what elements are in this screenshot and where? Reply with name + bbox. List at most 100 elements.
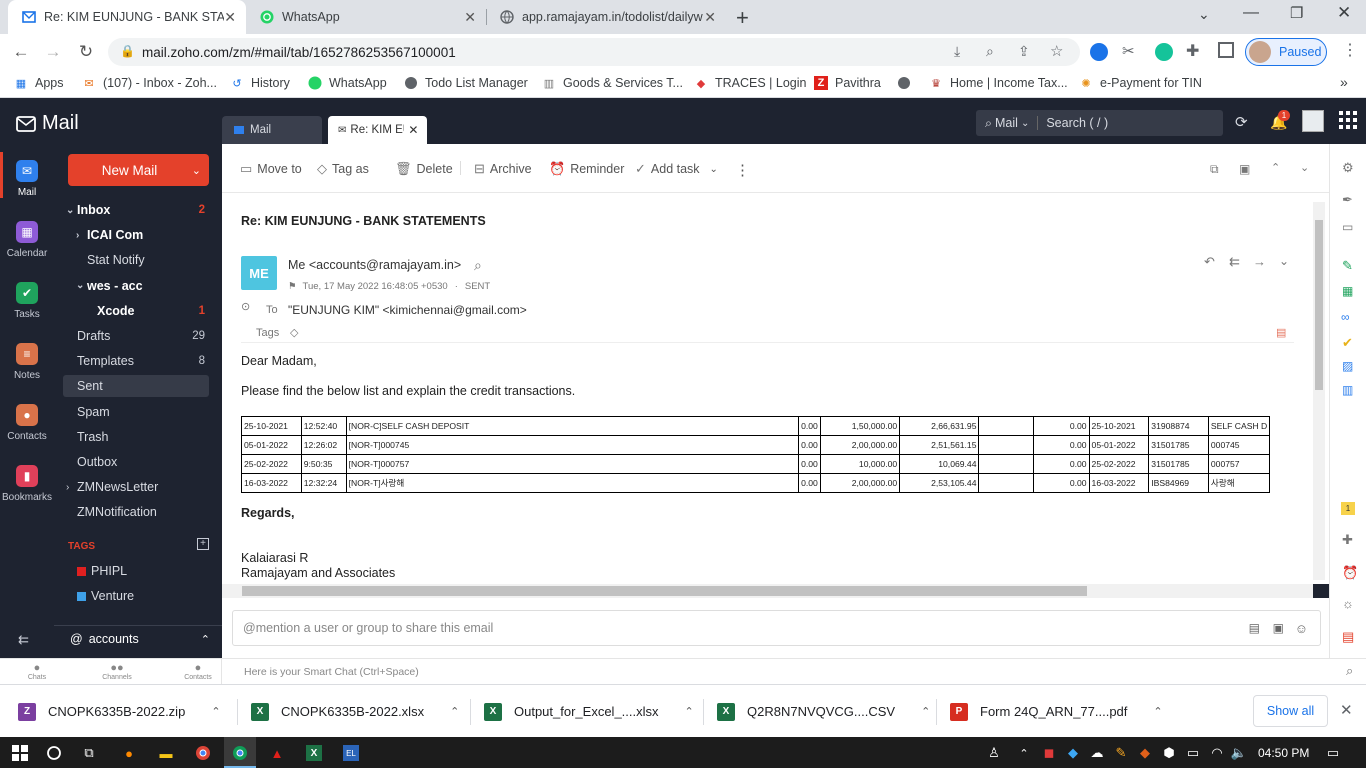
chrome-active-icon[interactable] [229,742,251,764]
install-icon[interactable]: ⤓ [954,43,960,60]
zoom-icon[interactable]: ⌕ [986,43,994,60]
chevron-down-icon[interactable]: ⌄ [66,205,74,216]
bookmark-item[interactable]: Z Pavithra [814,76,881,90]
volume-icon[interactable]: 🔈 [1228,742,1250,764]
tab-whatsapp[interactable]: WhatsApp ✕ [246,0,486,34]
chevron-right-icon[interactable]: › [66,482,69,493]
search-icon[interactable]: ⌕ [474,257,482,274]
firefox-icon[interactable]: ● [118,742,140,764]
rail-bookmarks[interactable]: ▮ Bookmarks [0,465,54,503]
folder-trash[interactable]: Trash [63,426,209,448]
notifications-icon[interactable]: ▭ [1322,742,1344,764]
rail-notes[interactable]: ≡ Notes [0,343,54,381]
tab-todolist[interactable]: app.ramajayam.in/todolist/dailyw ✕ [486,0,726,34]
archive-button[interactable]: ⊟ Archive [474,161,532,177]
chevron-down-icon[interactable]: ⌄ [192,164,201,177]
view-icon[interactable]: ▣ [1239,162,1250,176]
side-panel-icon[interactable] [1218,42,1234,58]
grammarly-icon[interactable] [1155,43,1173,61]
show-all-button[interactable]: Show all [1253,695,1328,727]
extensions-puzzle-icon[interactable]: ✚ [1186,41,1199,61]
read-icon[interactable]: ▤ [1276,326,1286,339]
back-icon[interactable]: ← [10,41,32,63]
reply-all-icon[interactable]: ⇇ [1229,254,1240,270]
sync-icon[interactable]: ⟳ [1235,113,1248,131]
chrome-icon[interactable] [192,742,214,764]
chart-icon[interactable]: ▨ [1342,359,1353,373]
download-item[interactable]: X Output_for_Excel_....xlsx ⌃ [484,685,694,738]
close-shelf-icon[interactable]: ✕ [1340,701,1353,719]
tray-icon[interactable]: ◼ [1038,742,1060,764]
apps-grid-icon[interactable] [1339,111,1357,129]
restore-icon[interactable]: ❐ [1290,4,1303,22]
chevron-up-icon[interactable]: ⌃ [921,705,930,718]
more-actions-icon[interactable]: ⋮ [735,161,750,179]
profile-button[interactable]: Paused [1245,38,1327,66]
avatar[interactable] [1302,110,1324,132]
clock-time[interactable]: 04:50 PM [1258,746,1309,760]
close-tab-icon[interactable]: ✕ [704,9,716,26]
app-icon[interactable]: EL [340,742,362,764]
link-icon[interactable]: ∞ [1341,310,1350,324]
share-icon[interactable]: ⇪ [1018,43,1030,60]
notes-badge[interactable]: 1 [1341,502,1355,515]
tray-icon[interactable]: ✎ [1110,742,1132,764]
chrome-menu-icon[interactable]: ⋮ [1342,40,1358,60]
folder-xcode[interactable]: Xcode 1 [63,300,209,322]
mention-input[interactable]: @mention a user or group to share this e… [232,610,1321,646]
horizontal-scrollbar[interactable] [222,584,1313,598]
tray-icon[interactable]: ⬢ [1158,742,1180,764]
next-email-icon[interactable]: ⌄ [1300,161,1309,174]
clipboard-icon[interactable]: ▣ [1273,621,1284,635]
folder-zmnewsletter[interactable]: › ZMNewsLetter [63,476,209,498]
bookmark-item[interactable]: ↺ History [230,76,290,90]
tab-search-icon[interactable]: ⌄ [1198,6,1210,23]
tag-as-button[interactable]: ◇ Tag as [317,161,369,177]
close-tab-icon[interactable]: ✕ [224,9,236,26]
calendar-icon[interactable]: ▭ [1342,220,1353,234]
bookmark-item[interactable]: ♛ Home | Income Tax... [929,76,1068,90]
emoji-icon[interactable]: ☺ [1295,621,1308,636]
tab-mail[interactable]: Mail [222,116,322,144]
chat-icon[interactable]: ▤ [1342,629,1354,645]
forward-icon[interactable]: → [42,41,64,63]
window-close-icon[interactable]: ✕ [1337,3,1351,23]
windows-start-icon[interactable] [9,742,31,764]
popout-icon[interactable]: ⧉ [1210,162,1219,177]
sheet-icon[interactable]: ▦ [1342,284,1353,298]
sender[interactable]: Me <accounts@ramajayam.in> [288,258,461,272]
excel-icon[interactable]: X [303,742,325,764]
tray-icon[interactable]: ◆ [1134,742,1156,764]
sign-icon[interactable]: ✒ [1342,192,1353,208]
channels-tab[interactable]: ●● Channels [100,662,134,681]
pen-icon[interactable]: ✎ [1342,258,1353,274]
file-explorer-icon[interactable]: ▬ [155,742,177,764]
search-bar[interactable]: ⌕ Mail ⌄ Search ( / ) [976,110,1223,136]
bookmark-item[interactable]: ◆ TRACES | Login [694,76,807,90]
address-bar[interactable]: 🔒 mail.zoho.com/zm/#mail/tab/16527862535… [108,38,1080,66]
people-icon[interactable]: ♙ [983,742,1005,764]
download-item[interactable]: P Form 24Q_ARN_77....pdf ⌃ [950,685,1163,738]
settings-icon[interactable]: ⚙ [1342,160,1354,176]
folder-wes-acc[interactable]: ⌄ wes - acc [63,275,209,297]
rail-contacts[interactable]: ● Contacts [0,404,54,442]
forward-icon[interactable]: → [1253,254,1266,269]
folder-icai-com[interactable]: › ICAI Com [63,224,209,246]
bookmark-apps[interactable]: ▦ Apps [14,76,64,90]
smart-chat-input[interactable]: Here is your Smart Chat (Ctrl+Space) [244,666,419,678]
bookmark-item[interactable] [897,76,918,90]
puzzle-icon[interactable]: ✚ [1342,532,1353,548]
bookmark-item[interactable]: WhatsApp [308,76,387,90]
move-to-button[interactable]: ▭ Move to [240,161,302,177]
folder-sent[interactable]: Sent [63,375,209,398]
search-scope[interactable]: Mail [995,116,1018,130]
search-circle-icon[interactable] [43,742,65,764]
add-tag-icon[interactable]: ◇ [290,326,298,339]
chevron-down-icon[interactable]: ⌄ [76,280,84,291]
account-switcher[interactable]: @ accounts ⌃ [70,632,210,646]
download-item[interactable]: Z CNOPK6335B-2022.zip ⌃ [18,685,221,738]
previous-email-icon[interactable]: ⌃ [1271,161,1280,174]
book-icon[interactable]: ▥ [1342,383,1353,397]
tag-item[interactable]: Venture [63,585,209,607]
chats-tab[interactable]: ● Chats [22,662,52,681]
